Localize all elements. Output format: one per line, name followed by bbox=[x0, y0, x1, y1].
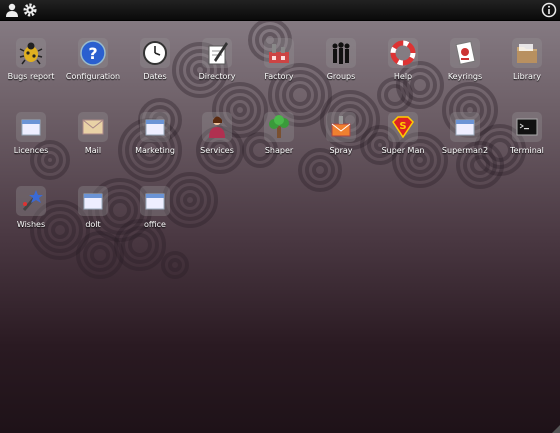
app-groups[interactable]: Groups bbox=[310, 38, 372, 96]
app-services[interactable]: Services bbox=[186, 112, 248, 170]
app-keyrings[interactable]: Keyrings bbox=[434, 38, 496, 96]
superman-icon: S bbox=[388, 112, 418, 142]
window-icon bbox=[16, 112, 46, 142]
bug-icon bbox=[16, 38, 46, 68]
plant-icon bbox=[264, 112, 294, 142]
app-bugs-report[interactable]: Bugs report bbox=[0, 38, 62, 96]
app-label: Terminal bbox=[510, 146, 544, 155]
clock-icon bbox=[140, 38, 170, 68]
lifebuoy-icon bbox=[388, 38, 418, 68]
app-directory[interactable]: Directory bbox=[186, 38, 248, 96]
window-icon bbox=[140, 186, 170, 216]
app-mail[interactable]: Mail bbox=[62, 112, 124, 170]
resize-grip-icon bbox=[552, 425, 560, 433]
people-group-icon bbox=[326, 38, 356, 68]
person-icon bbox=[202, 112, 232, 142]
app-superman2[interactable]: Superman2 bbox=[434, 112, 496, 170]
spray-mail-icon bbox=[326, 112, 356, 142]
app-configuration[interactable]: ? Configuration bbox=[62, 38, 124, 96]
app-factory[interactable]: Factory bbox=[248, 38, 310, 96]
app-terminal[interactable]: Terminal bbox=[496, 112, 558, 170]
app-licences[interactable]: Licences bbox=[0, 112, 62, 170]
app-office[interactable]: office bbox=[124, 186, 186, 244]
window-icon bbox=[140, 112, 170, 142]
window-icon bbox=[78, 186, 108, 216]
keyring-icon bbox=[450, 38, 480, 68]
app-dolt[interactable]: dolt bbox=[62, 186, 124, 244]
app-spray[interactable]: Spray bbox=[310, 112, 372, 170]
factory-icon bbox=[264, 38, 294, 68]
app-label: office bbox=[144, 220, 166, 229]
app-dates[interactable]: Dates bbox=[124, 38, 186, 96]
help-question-icon: ? bbox=[78, 38, 108, 68]
wand-icon bbox=[16, 186, 46, 216]
app-shaper[interactable]: Shaper bbox=[248, 112, 310, 170]
app-super-man[interactable]: S Super Man bbox=[372, 112, 434, 170]
folder-icon bbox=[512, 38, 542, 68]
app-wishes[interactable]: Wishes bbox=[0, 186, 62, 244]
window-icon bbox=[450, 112, 480, 142]
envelope-icon bbox=[78, 112, 108, 142]
info-icon[interactable] bbox=[541, 2, 557, 18]
top-bar bbox=[0, 0, 560, 21]
terminal-icon bbox=[512, 112, 542, 142]
svg-text:?: ? bbox=[88, 44, 97, 63]
pen-directory-icon bbox=[202, 38, 232, 68]
user-icon[interactable] bbox=[4, 2, 20, 18]
app-label: Library bbox=[513, 72, 541, 81]
app-library[interactable]: Library bbox=[496, 38, 558, 96]
app-marketing[interactable]: Marketing bbox=[124, 112, 186, 170]
app-help[interactable]: Help bbox=[372, 38, 434, 96]
svg-text:S: S bbox=[399, 121, 406, 132]
gear-icon[interactable] bbox=[22, 2, 38, 18]
